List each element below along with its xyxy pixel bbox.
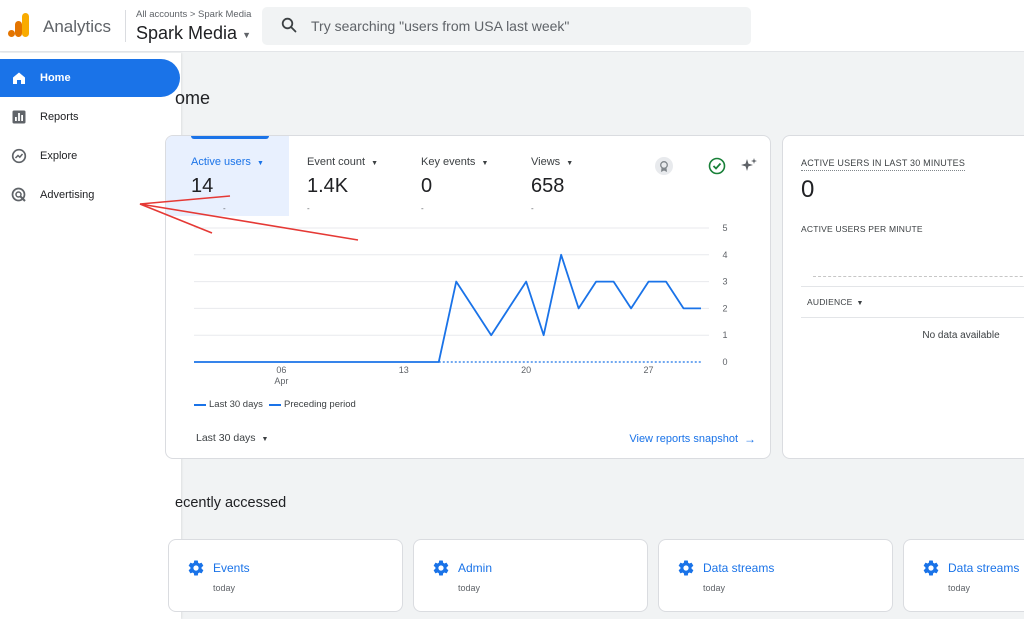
legend-item-previous[interactable]: Preceding period — [269, 399, 356, 410]
sidebar-item-home[interactable]: Home — [0, 59, 180, 97]
recent-card-title: Data streams — [703, 561, 775, 575]
explore-icon — [10, 147, 28, 165]
account-selector[interactable]: Spark Media ▼ — [136, 23, 251, 44]
account-name: Spark Media — [136, 23, 238, 43]
recently-accessed-title: ecently accessed — [175, 495, 287, 511]
legend-label: Preceding period — [284, 399, 356, 410]
search-icon — [281, 17, 297, 33]
y-tick-label: 0 — [722, 357, 727, 367]
legend-label: Last 30 days — [209, 399, 263, 410]
caret-down-icon: ▼ — [856, 300, 864, 307]
legend-item-current[interactable]: Last 30 days — [194, 399, 263, 410]
gear-icon — [678, 560, 694, 576]
recent-card-admin[interactable]: Admin today — [413, 539, 648, 612]
gear-icon — [188, 560, 204, 576]
y-tick-label: 4 — [722, 250, 727, 260]
sidebar: Home Reports Explore Advertising — [0, 53, 181, 619]
realtime-card: ACTIVE USERS IN LAST 30 MINUTES 0 ACTIVE… — [782, 135, 1024, 459]
sidebar-item-label: Home — [40, 72, 71, 84]
caret-down-icon: ▼ — [261, 436, 269, 443]
recent-card-subtitle: today — [703, 583, 726, 593]
gear-icon — [433, 560, 449, 576]
sidebar-item-label: Advertising — [40, 189, 95, 201]
y-tick-label: 5 — [722, 223, 727, 233]
app-name: Analytics — [43, 17, 112, 36]
gear-icon — [923, 560, 939, 576]
active-users-line-chart: 0 1 2 3 4 5 06Apr 13 20 27 — [194, 223, 728, 386]
view-reports-snapshot-link[interactable]: View reports snapshot → — [629, 432, 756, 446]
legend-swatch-solid — [194, 403, 206, 406]
realtime-title[interactable]: ACTIVE USERS IN LAST 30 MINUTES — [801, 158, 966, 171]
legend-swatch-dashed — [269, 403, 281, 406]
search-placeholder: Try searching "users from USA last week" — [311, 18, 570, 34]
divider — [801, 286, 1024, 287]
sidebar-item-reports[interactable]: Reports — [0, 98, 180, 136]
y-tick-label: 1 — [722, 330, 727, 340]
page-title: ome — [175, 88, 211, 108]
recent-card-subtitle: today — [213, 583, 236, 593]
arrow-right-icon: → — [744, 432, 756, 446]
divider — [801, 317, 1024, 318]
analytics-logo-icon[interactable] — [8, 12, 30, 38]
header-divider — [125, 10, 126, 42]
realtime-value: 0 — [801, 176, 815, 203]
date-range-label: Last 30 days — [196, 432, 256, 444]
sidebar-item-label: Explore — [40, 150, 78, 162]
sidebar-item-explore[interactable]: Explore — [0, 137, 180, 175]
advertising-icon — [10, 186, 28, 204]
no-data-message: No data available — [922, 330, 1000, 341]
reports-icon — [10, 108, 28, 126]
top-header: Analytics All accounts > Spark Media Spa… — [0, 0, 1024, 52]
recent-card-subtitle: today — [948, 583, 971, 593]
overview-card: Active users ▼ 14 - Event count ▼ 1.4K -… — [165, 135, 771, 459]
x-tick-label: 20 — [521, 365, 531, 375]
sidebar-item-label: Reports — [40, 111, 79, 123]
y-tick-label: 3 — [722, 277, 727, 287]
search-bar[interactable]: Try searching "users from USA last week" — [262, 7, 751, 45]
caret-down-icon: ▼ — [242, 30, 251, 40]
recent-card-title: Events — [213, 561, 250, 575]
sidebar-item-advertising[interactable]: Advertising — [0, 176, 180, 214]
recent-card-data-streams[interactable]: Data streams today — [658, 539, 893, 612]
realtime-empty-bars — [813, 276, 1024, 277]
recent-card-data-streams-2[interactable]: Data streams today — [903, 539, 1024, 612]
realtime-subtitle: ACTIVE USERS PER MINUTE — [801, 224, 923, 234]
breadcrumb[interactable]: All accounts > Spark Media — [136, 9, 251, 20]
x-tick-sublabel: Apr — [274, 376, 288, 386]
home-icon — [10, 69, 28, 87]
recent-card-subtitle: today — [458, 583, 481, 593]
x-tick-label: 27 — [644, 365, 654, 375]
snapshot-link-label: View reports snapshot — [629, 433, 738, 445]
recent-card-title: Admin — [458, 561, 493, 575]
date-range-dropdown[interactable]: Last 30 days ▼ — [196, 432, 268, 444]
x-tick-label: 06 — [276, 365, 286, 375]
audience-label: AUDIENCE — [807, 297, 853, 307]
recent-card-events[interactable]: Events today — [168, 539, 403, 612]
y-tick-label: 2 — [722, 303, 727, 313]
audience-column-header[interactable]: AUDIENCE ▼ — [807, 297, 864, 307]
recent-card-title: Data streams — [948, 561, 1020, 575]
x-tick-label: 13 — [399, 365, 409, 375]
